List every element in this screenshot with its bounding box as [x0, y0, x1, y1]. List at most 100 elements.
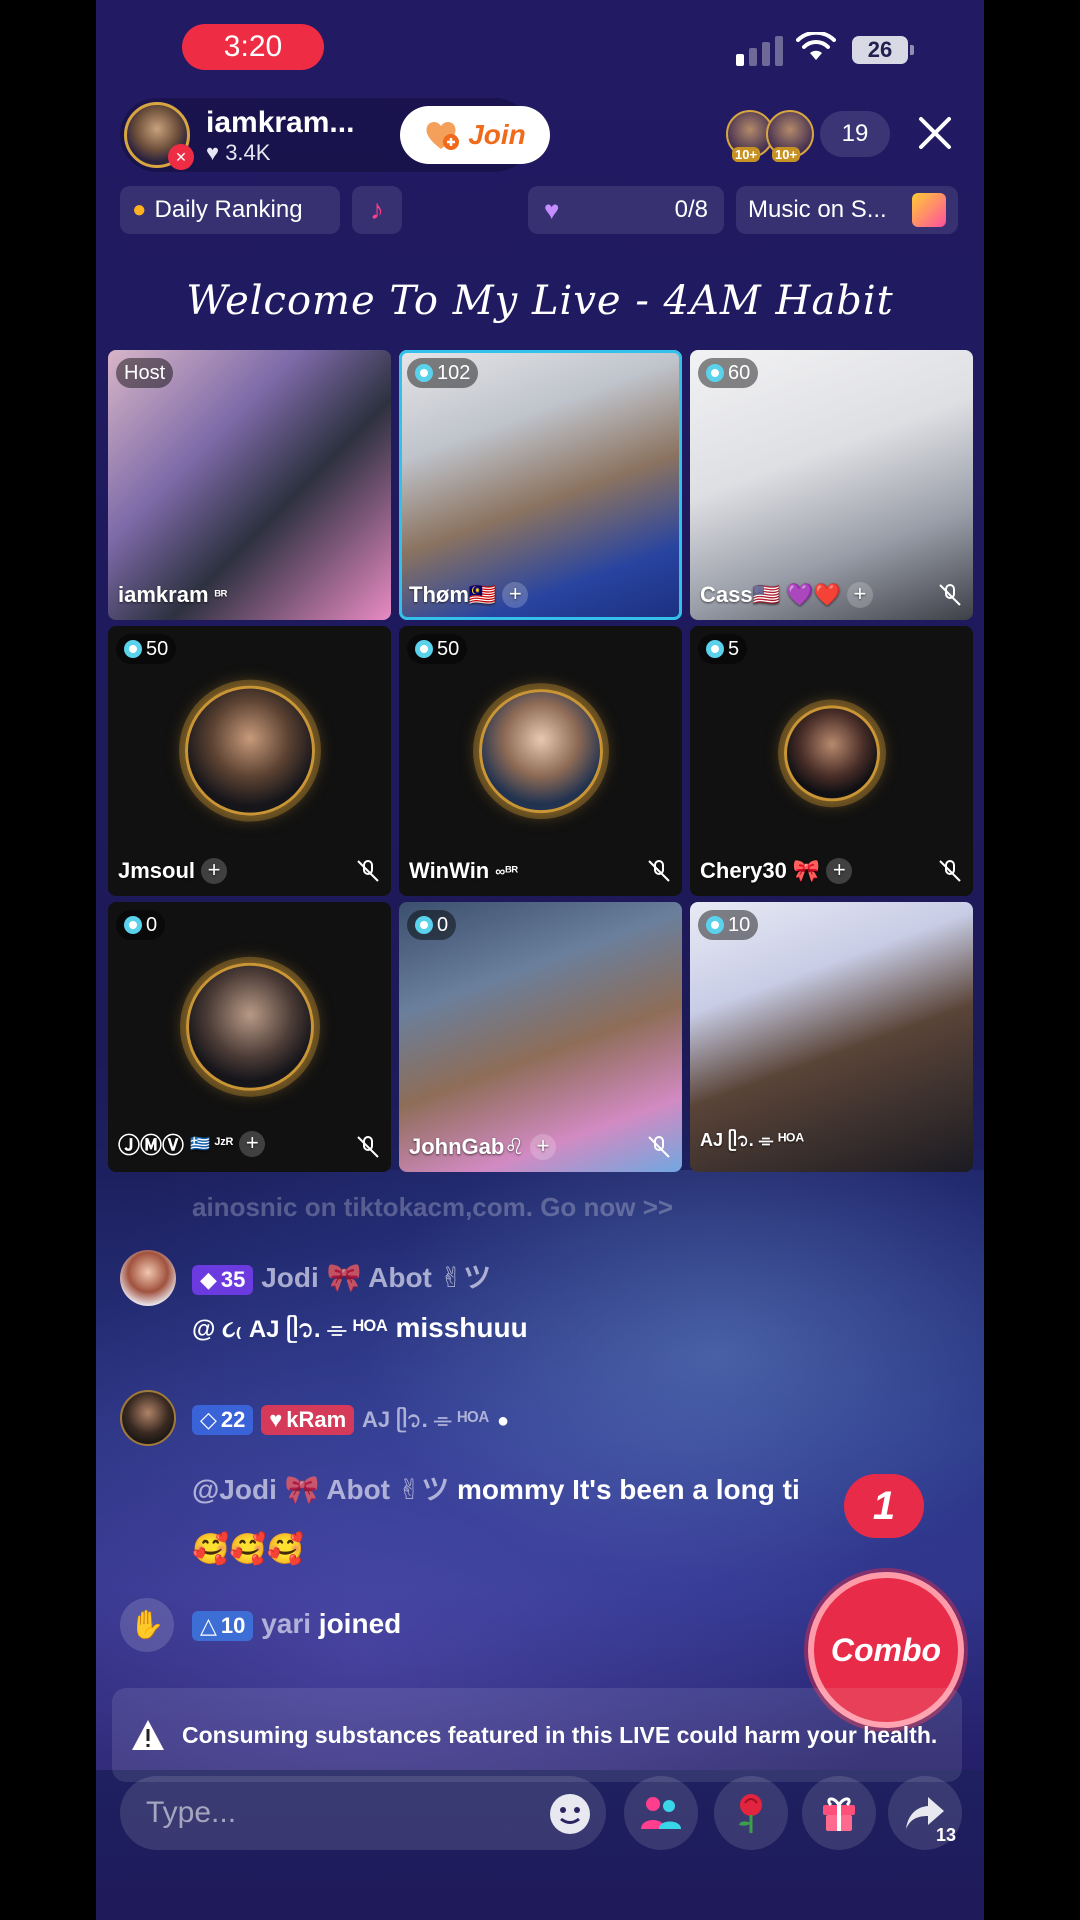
- gem-icon: ◇: [200, 1406, 217, 1432]
- guest-avatar: [478, 689, 603, 814]
- chat-mention: @ ૮₍ AJ ᥫ᭡. ⌯ ᴴᴼᴬ: [192, 1316, 388, 1343]
- chat-message-header: ◇ 22 ♥ kRam AJ ᥫ᭡. ⌯ ᴴᴼᴬ ●: [192, 1402, 509, 1443]
- share-count: 13: [935, 1825, 956, 1845]
- guest-tile[interactable]: 50 WinWin ∞ᴮᴿ: [399, 626, 682, 896]
- score-badge: 102: [407, 358, 479, 388]
- host-name: iamkram...: [206, 106, 355, 139]
- combo-count: 1: [844, 1474, 924, 1538]
- tiktok-note-button[interactable]: ♪: [352, 186, 402, 234]
- warning-icon: [132, 1720, 164, 1750]
- diamond-icon: [415, 640, 433, 658]
- guest-tile[interactable]: 50 Jmsoul +: [108, 626, 391, 896]
- host-likes-count: 3.4K: [225, 140, 271, 165]
- mic-muted-icon: [939, 584, 961, 606]
- chat-username[interactable]: Jodi 🎀 Abot ✌︎ツ: [261, 1262, 491, 1293]
- status-time: 3:20: [182, 24, 324, 70]
- chat-message-text: @ ૮₍ AJ ᥫ᭡. ⌯ ᴴᴼᴬ misshuuu: [192, 1312, 528, 1355]
- guest-tile[interactable]: 5 Chery30 🎀 +: [690, 626, 973, 896]
- wave-icon: ✋: [120, 1598, 174, 1652]
- guest-grid: Host iamkram ᴮᴿ 102 Thøm🇲🇾 + 60 Cass🇺🇸 💜❤️…: [108, 350, 973, 1172]
- close-icon[interactable]: [918, 116, 952, 150]
- gift-box-icon: [912, 193, 946, 227]
- host-likes: ♥ 3.4K: [206, 140, 270, 166]
- follow-plus-button[interactable]: +: [201, 858, 228, 884]
- diamond-icon: [706, 916, 724, 934]
- mic-muted-icon: [648, 860, 670, 882]
- follow-plus-button[interactable]: +: [530, 1134, 557, 1160]
- score-badge: 60: [698, 358, 759, 388]
- chat-text: mommy It's been a long ti: [457, 1474, 800, 1505]
- join-username[interactable]: yari: [261, 1608, 311, 1639]
- fan-badge: ♥ kRam: [261, 1404, 355, 1435]
- user-add-icon[interactable]: ●: [497, 1410, 509, 1432]
- heart-goal-chip[interactable]: ♥ 0/8: [528, 186, 724, 234]
- fire-icon: ●: [132, 196, 147, 223]
- comment-input[interactable]: [120, 1776, 606, 1850]
- follow-plus-button[interactable]: +: [846, 582, 873, 608]
- content-warning: Consuming substances featured in this LI…: [112, 1688, 962, 1782]
- score-badge: 50: [116, 634, 177, 664]
- follow-plus-button[interactable]: +: [239, 1131, 266, 1157]
- chat-faded-message: ainosnic on tiktokacm,com. Go now >>: [192, 1192, 674, 1222]
- rose-button[interactable]: [714, 1776, 788, 1850]
- diamond-icon: [706, 364, 724, 382]
- diamond-icon: [124, 916, 142, 934]
- score-badge: 0: [116, 910, 166, 940]
- emoji-icon[interactable]: [548, 1792, 592, 1836]
- guest-tile[interactable]: 102 Thøm🇲🇾 +: [399, 350, 682, 620]
- guest-avatar: [184, 685, 315, 816]
- chat-message-header: ◆ 35 Jodi 🎀 Abot ✌︎ツ: [192, 1256, 491, 1296]
- guest-avatar: [783, 705, 880, 802]
- mic-muted-icon: [939, 860, 961, 882]
- chat-message-text: @Jodi 🎀 Abot ✌︎ツ mommy It's been a long …: [192, 1468, 800, 1508]
- live-screen: 3:20 26 ✕ iamkram... ♥ 3.4K Join 10+ 10+…: [96, 0, 984, 1920]
- follow-plus-button[interactable]: +: [502, 582, 529, 608]
- guest-name: Jmsoul +: [118, 858, 228, 884]
- mic-muted-icon: [357, 860, 379, 882]
- share-button[interactable]: 13: [888, 1776, 962, 1850]
- guest-name: JohnGab♌ +: [409, 1134, 557, 1160]
- join-event: △ 10 yari joined: [192, 1608, 401, 1641]
- viewer-count[interactable]: 19: [820, 111, 890, 157]
- guest-tile[interactable]: 10 AJ ᥫ᭡. ⌯ ᴴᴼᴬ: [690, 902, 973, 1172]
- follow-plus-button[interactable]: +: [826, 858, 853, 884]
- score-badge: 5: [698, 634, 748, 664]
- mic-off-icon: ✕: [168, 144, 194, 170]
- gift-button[interactable]: [802, 1776, 876, 1850]
- battery-indicator: 26: [852, 36, 914, 64]
- chat-avatar[interactable]: [120, 1250, 176, 1306]
- viewer-list[interactable]: 10+ 10+ 19: [726, 110, 890, 162]
- viewer-rank-badge: 10+: [732, 147, 761, 162]
- chat-mention: @Jodi 🎀 Abot ✌︎ツ: [192, 1474, 450, 1505]
- host-badge: Host: [116, 358, 174, 388]
- chat-emojis: 🥰🥰🥰: [192, 1533, 305, 1566]
- level-badge: △ 10: [192, 1610, 254, 1641]
- host-info[interactable]: ✕ iamkram... ♥ 3.4K Join: [120, 98, 550, 172]
- diamond-icon: [706, 640, 724, 658]
- guest-tile[interactable]: 0 ⒿⓂⓋ 🇬🇷 ᴶᶻᴿ +: [108, 902, 391, 1172]
- guest-tile[interactable]: 60 Cass🇺🇸 💜❤️ +: [690, 350, 973, 620]
- daily-ranking-button[interactable]: ● Daily Ranking: [120, 186, 340, 234]
- heart-goal-count: 0/8: [674, 196, 708, 223]
- signal-icon: [736, 36, 783, 66]
- join-button[interactable]: Join: [400, 106, 550, 164]
- chat-avatar[interactable]: [120, 1390, 176, 1446]
- fan-heart-icon: ♥: [269, 1406, 283, 1432]
- chat-username[interactable]: AJ ᥫ᭡. ⌯ ᴴᴼᴬ: [362, 1407, 489, 1432]
- warning-text: Consuming substances featured in this LI…: [182, 1722, 938, 1748]
- guest-tile[interactable]: Host iamkram ᴮᴿ: [108, 350, 391, 620]
- viewer-rank-badge: 10+: [772, 147, 801, 162]
- guest-name: iamkram ᴮᴿ: [118, 582, 228, 607]
- guest-tile[interactable]: 0 JohnGab♌ +: [399, 902, 682, 1172]
- score-badge: 10: [698, 910, 759, 940]
- music-label: Music on S...: [748, 196, 887, 223]
- viewer-avatar[interactable]: 10+: [766, 110, 814, 162]
- diamond-icon: [415, 916, 433, 934]
- hearts-icon: ♥: [544, 194, 560, 225]
- music-button[interactable]: Music on S...: [736, 186, 958, 234]
- guest-name: WinWin ∞ᴮᴿ: [409, 858, 519, 883]
- wifi-icon: [796, 32, 836, 60]
- guests-button[interactable]: [624, 1776, 698, 1850]
- bottom-bar: 13: [120, 1776, 962, 1850]
- join-label: Join: [468, 119, 526, 150]
